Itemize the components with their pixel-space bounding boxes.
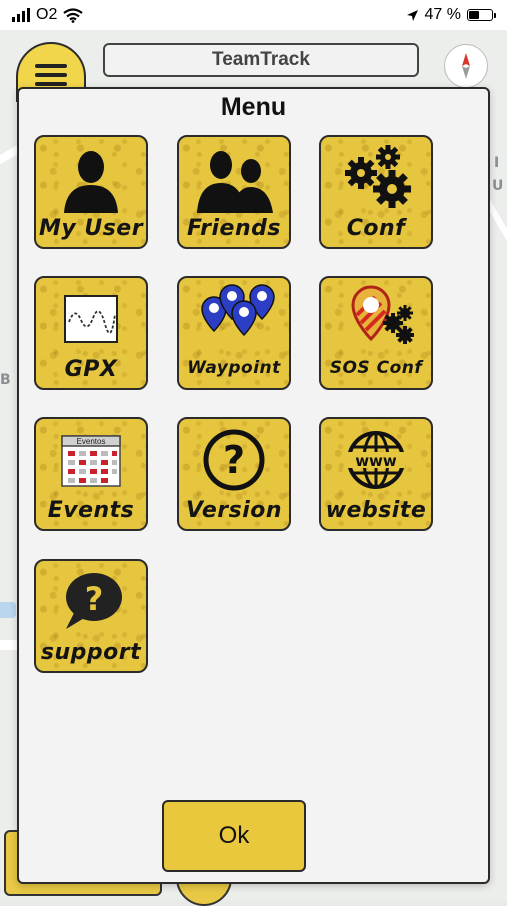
menu-item-label: Version (185, 498, 283, 523)
globe-www-icon: www (347, 431, 405, 489)
menu-dialog: Menu My User Friends Conf GPX Waypoint S… (17, 87, 490, 884)
menu-item-website[interactable]: www website (319, 417, 433, 531)
menu-item-sos-conf[interactable]: SOS Conf (319, 276, 433, 390)
sos-pin-gears-icon (351, 285, 414, 344)
menu-item-friends[interactable]: Friends (177, 135, 291, 249)
menu-item-label: Conf (346, 216, 406, 241)
compass-icon (462, 53, 470, 79)
speech-bubble-question-icon: ? (66, 573, 122, 629)
friends-icon (197, 151, 273, 213)
menu-item-support[interactable]: ? support (34, 559, 148, 673)
compass-button[interactable] (444, 44, 488, 88)
location-arrow-icon (406, 9, 418, 21)
ok-button[interactable]: Ok (162, 800, 306, 872)
menu-item-label: Waypoint (187, 358, 281, 378)
battery-percent: 47 % (424, 6, 461, 23)
status-bar: O2 47 % (0, 0, 507, 30)
menu-item-version[interactable]: ? Version (177, 417, 291, 531)
menu-item-label: support (40, 640, 142, 665)
menu-item-label: Events (47, 498, 135, 523)
calendar-icon: Eventos (61, 435, 121, 487)
battery-icon (467, 9, 496, 21)
menu-item-label: GPX (64, 357, 118, 382)
carrier-name: O2 (36, 6, 58, 23)
wifi-icon (63, 7, 84, 23)
menu-item-events[interactable]: Eventos Events (34, 417, 148, 531)
battery-level (469, 11, 480, 19)
waypoint-pins-icon (201, 284, 275, 337)
menu-item-label: website (325, 498, 427, 523)
user-icon (64, 151, 118, 213)
question-circle-icon: ? (203, 429, 265, 491)
menu-item-conf[interactable]: Conf (319, 135, 433, 249)
gears-icon (345, 145, 411, 208)
cellular-signal-icon (12, 8, 30, 22)
menu-item-label: Friends (187, 216, 281, 241)
svg-text:?: ? (223, 438, 245, 482)
app-title: TeamTrack (103, 43, 419, 77)
menu-item-gpx[interactable]: GPX (34, 276, 148, 390)
gpx-track-icon (64, 295, 118, 343)
svg-text:?: ? (85, 580, 104, 618)
menu-item-my-user[interactable]: My User (34, 135, 148, 249)
menu-title: Menu (220, 93, 287, 121)
menu-item-label: My User (38, 216, 144, 241)
svg-text:www: www (355, 452, 397, 470)
menu-item-label: SOS Conf (329, 358, 423, 378)
calendar-caption: Eventos (77, 437, 106, 446)
menu-item-waypoint[interactable]: Waypoint (177, 276, 291, 390)
